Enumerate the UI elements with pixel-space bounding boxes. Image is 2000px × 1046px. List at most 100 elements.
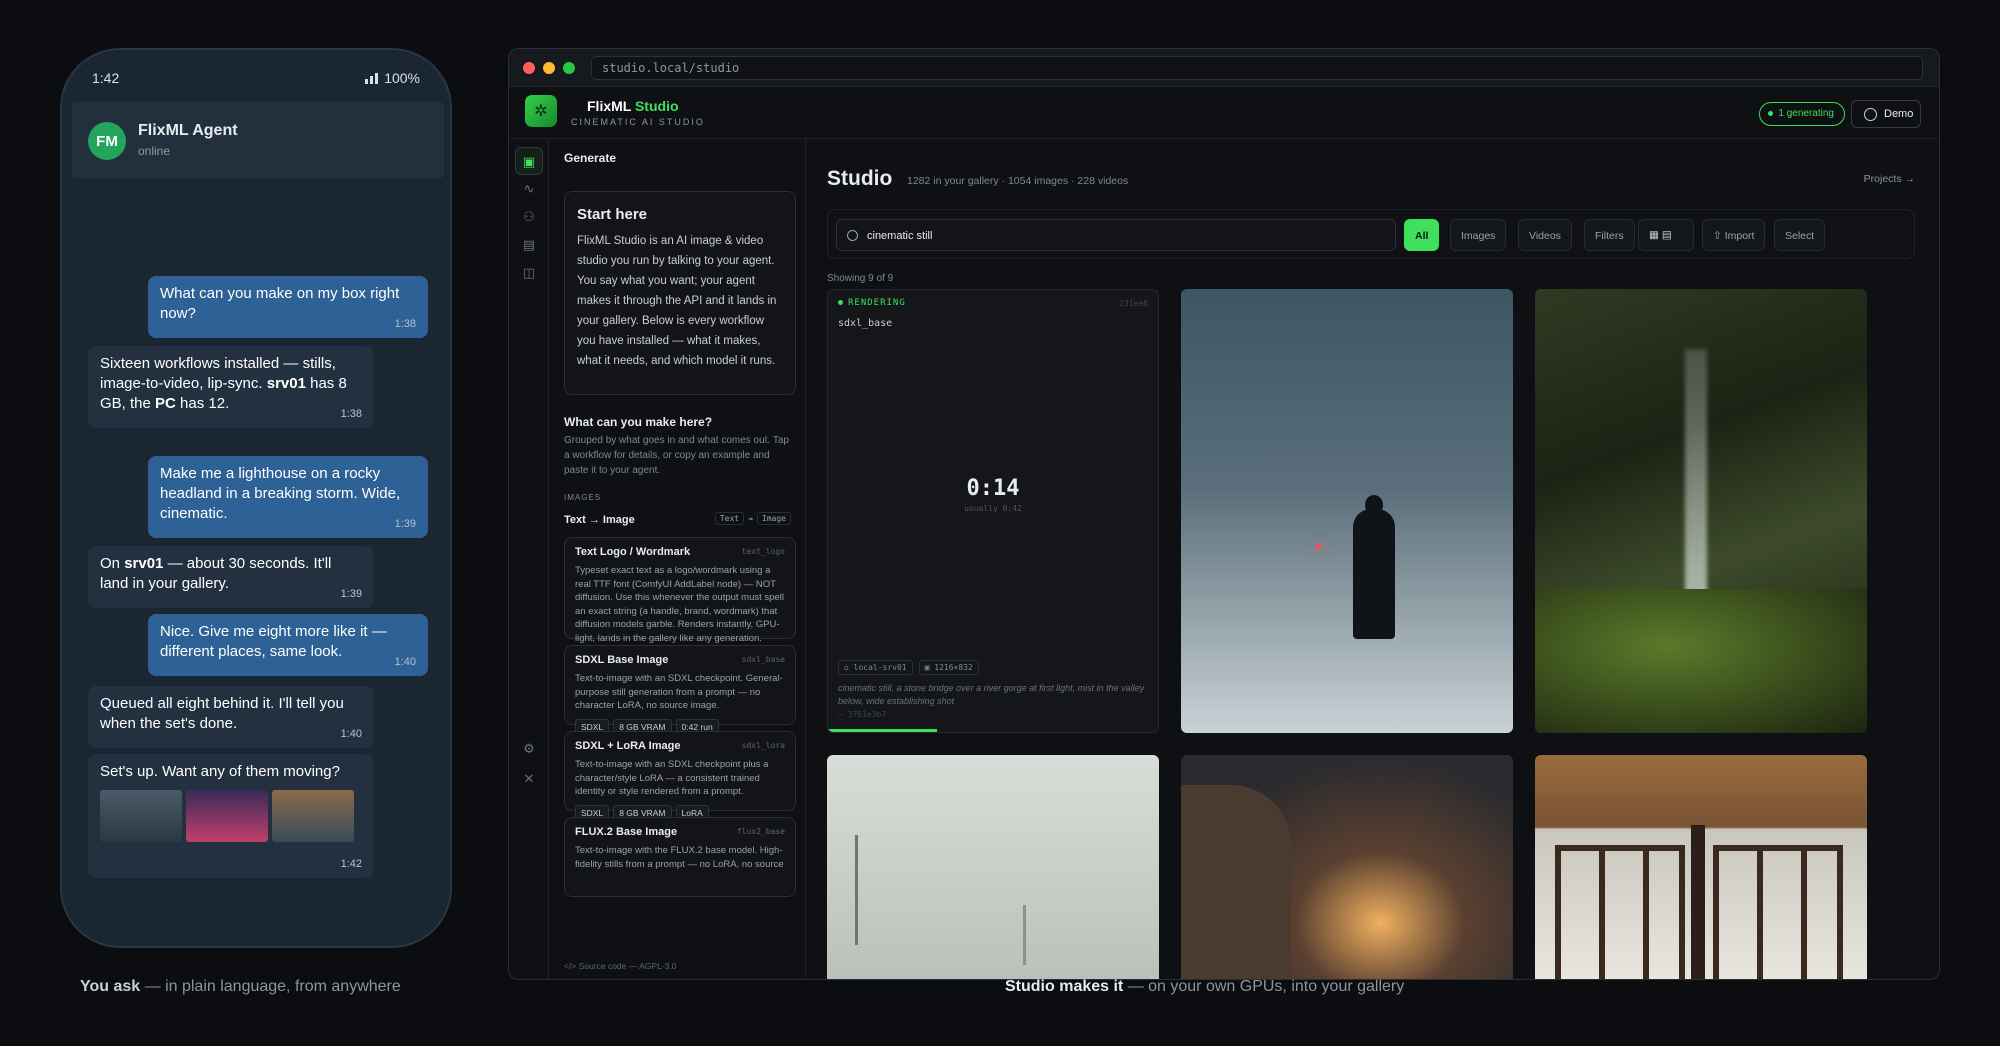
phone-caption: You ask — in plain language, from anywhe… (80, 978, 401, 995)
workflow-description: Typeset exact text as a logo/wordmark us… (575, 565, 784, 644)
gallery-thumbnail[interactable] (1181, 289, 1513, 733)
workflow-code: flux2_base (736, 827, 785, 836)
people-nav-icon[interactable]: ⚇ (519, 207, 539, 227)
chat-message[interactable]: On srv01 — about 30 seconds. It'll land … (88, 546, 374, 608)
workflow-card[interactable]: FLUX.2 Base Image flux2_base Text-to-image… (564, 817, 796, 897)
render-status: RENDERING (838, 298, 906, 308)
settings-gear-icon[interactable]: ⚙ (519, 739, 539, 759)
storage-nav-icon[interactable]: ◫ (519, 263, 539, 283)
generating-badge[interactable]: 1 generating (1759, 102, 1845, 126)
render-model: sdxl_base (838, 318, 893, 329)
chat-message[interactable]: What can you make on my box right now? 1:… (148, 276, 428, 338)
gallery-thumbnail[interactable] (1181, 755, 1513, 979)
search-input[interactable]: cinematic still (836, 219, 1396, 251)
render-size: ▣ 1216×832 (918, 660, 979, 675)
workflow-description: Text-to-image with an SDXL checkpoint pl… (575, 759, 769, 797)
generate-panel: Generate Start here FlixML Studio is an … (550, 139, 806, 979)
user-icon (1864, 108, 1877, 121)
window-titlebar: studio.local/studio (509, 49, 1939, 87)
message-time: 1:39 (340, 588, 362, 600)
battery-level: 100% (384, 70, 420, 86)
source-link[interactable]: </> Source code — AGPL-3.0 (564, 961, 676, 971)
app-header: ✲ FlixML Studio CINEMATIC AI STUDIO 1 ge… (509, 87, 1939, 139)
filters-button[interactable]: Filters (1584, 219, 1635, 251)
render-progress-bar (828, 729, 937, 732)
filter-all-button[interactable]: All (1404, 219, 1440, 251)
thumbnail-image (100, 790, 182, 842)
thumbnail-image (186, 790, 268, 842)
gallery-toolbar: cinematic still All Images Videos Filter… (827, 209, 1915, 259)
message-time: 1:42 (340, 858, 362, 870)
import-button[interactable]: ⇧ Import (1702, 219, 1766, 251)
chat-message[interactable]: Make me a lighthouse on a rocky headland… (148, 456, 428, 538)
studio-window: studio.local/studio ✲ FlixML Studio CINE… (508, 48, 1940, 980)
filter-videos-button[interactable]: Videos (1518, 219, 1572, 251)
select-button[interactable]: Select (1774, 219, 1826, 251)
chat-message[interactable]: Queued all eight behind it. I'll tell yo… (88, 686, 374, 748)
filter-images-button[interactable]: Images (1450, 219, 1507, 251)
phone-time: 1:42 (92, 70, 120, 86)
phone-mockup: 1:42 100% FM FlixML Agent online What ca… (60, 48, 452, 948)
workflow-description: Text-to-image with an SDXL checkpoint. G… (575, 673, 783, 711)
image-thumbnails (100, 790, 362, 842)
brand-name: FlixML Studio (587, 98, 679, 114)
contact-presence: online (138, 144, 171, 158)
thumbnail-image (272, 790, 354, 842)
generate-heading: Generate (564, 151, 617, 165)
film-nav-icon[interactable]: ▤ (519, 235, 539, 255)
message-time: 1:38 (340, 408, 362, 420)
section-label: IMAGES (564, 493, 602, 502)
chat-message[interactable]: Nice. Give me eight more like it — diffe… (148, 614, 428, 676)
message-time: 1:39 (394, 518, 416, 530)
workflow-card[interactable]: SDXL Base Image sdxl_base Text-to-image wi… (564, 645, 796, 735)
studio-main: Studio 1282 in your gallery · 1054 image… (807, 139, 1939, 979)
group-heading: Text → Image (564, 514, 635, 526)
grid-view-icon[interactable]: ▦ (1649, 229, 1659, 241)
what-description: Grouped by what goes in and what comes o… (564, 435, 789, 476)
rendering-tile[interactable]: RENDERING 131ee8 sdxl_base 0:14 usually … (827, 289, 1159, 733)
close-window-button[interactable] (523, 62, 535, 74)
gallery-thumbnail[interactable] (827, 755, 1159, 979)
workflow-card[interactable]: Text Logo / Wordmark text_logo Typeset exa… (564, 537, 796, 667)
nav-rail: ▣ ∿ ⚇ ▤ ◫ ⚙ ✕ (509, 139, 549, 979)
workflow-code: sdxl_base (741, 655, 785, 664)
render-usual-time: usually 0:42 (964, 504, 1022, 513)
gallery-thumbnail[interactable] (1535, 289, 1867, 733)
chat-message[interactable]: Set's up. Want any of them moving? 1:42 (88, 754, 374, 878)
phone-status-bar: 1:42 100% (62, 50, 450, 102)
search-icon (847, 230, 858, 241)
view-toggle[interactable]: ▦ ▤ (1638, 219, 1694, 251)
minimize-window-button[interactable] (543, 62, 555, 74)
what-heading: What can you make here? (564, 415, 713, 429)
showing-count: Showing 9 of 9 (827, 273, 894, 284)
avatar: FM (88, 122, 126, 160)
projects-link[interactable]: Projects → (1864, 173, 1915, 185)
image-nav-icon[interactable]: ▣ (515, 147, 543, 175)
brand-subtitle: CINEMATIC AI STUDIO (571, 117, 705, 127)
table-view-icon[interactable]: ▤ (1662, 229, 1672, 241)
message-time: 1:40 (394, 656, 416, 668)
zoom-window-button[interactable] (563, 62, 575, 74)
workflow-description: Text-to-image with the FLUX.2 base model… (575, 845, 784, 870)
start-here-card: Start here FlixML Studio is an AI image … (564, 191, 796, 395)
message-time: 1:40 (340, 728, 362, 740)
studio-caption: Studio makes it — on your own GPUs, into… (1005, 978, 1405, 995)
user-menu-button[interactable]: Demo (1851, 100, 1921, 128)
chat-header[interactable]: FM FlixML Agent online (72, 102, 444, 178)
activity-nav-icon[interactable]: ∿ (519, 179, 539, 199)
contact-name: FlixML Agent (138, 122, 238, 139)
group-tags: Text → Image (714, 512, 791, 525)
app-logo-icon[interactable]: ✲ (525, 95, 557, 127)
gallery-thumbnail[interactable] (1535, 755, 1867, 979)
workflow-card[interactable]: SDXL + LoRA Image sdxl_lora Text-to-image … (564, 731, 796, 821)
workflow-code: sdxl_lora (741, 741, 785, 750)
page-title: Studio (827, 167, 893, 190)
render-hash: — 3761e3b7 (838, 710, 887, 719)
close-icon[interactable]: ✕ (519, 769, 539, 789)
workflow-code: text_logo (741, 547, 785, 556)
render-id: 131ee8 (1119, 299, 1148, 308)
message-time: 1:38 (394, 318, 416, 330)
address-bar[interactable]: studio.local/studio (591, 56, 1923, 80)
chat-message[interactable]: Sixteen workflows installed — stills, im… (88, 346, 374, 428)
render-host: ⌂ local-srv01 (838, 660, 913, 675)
